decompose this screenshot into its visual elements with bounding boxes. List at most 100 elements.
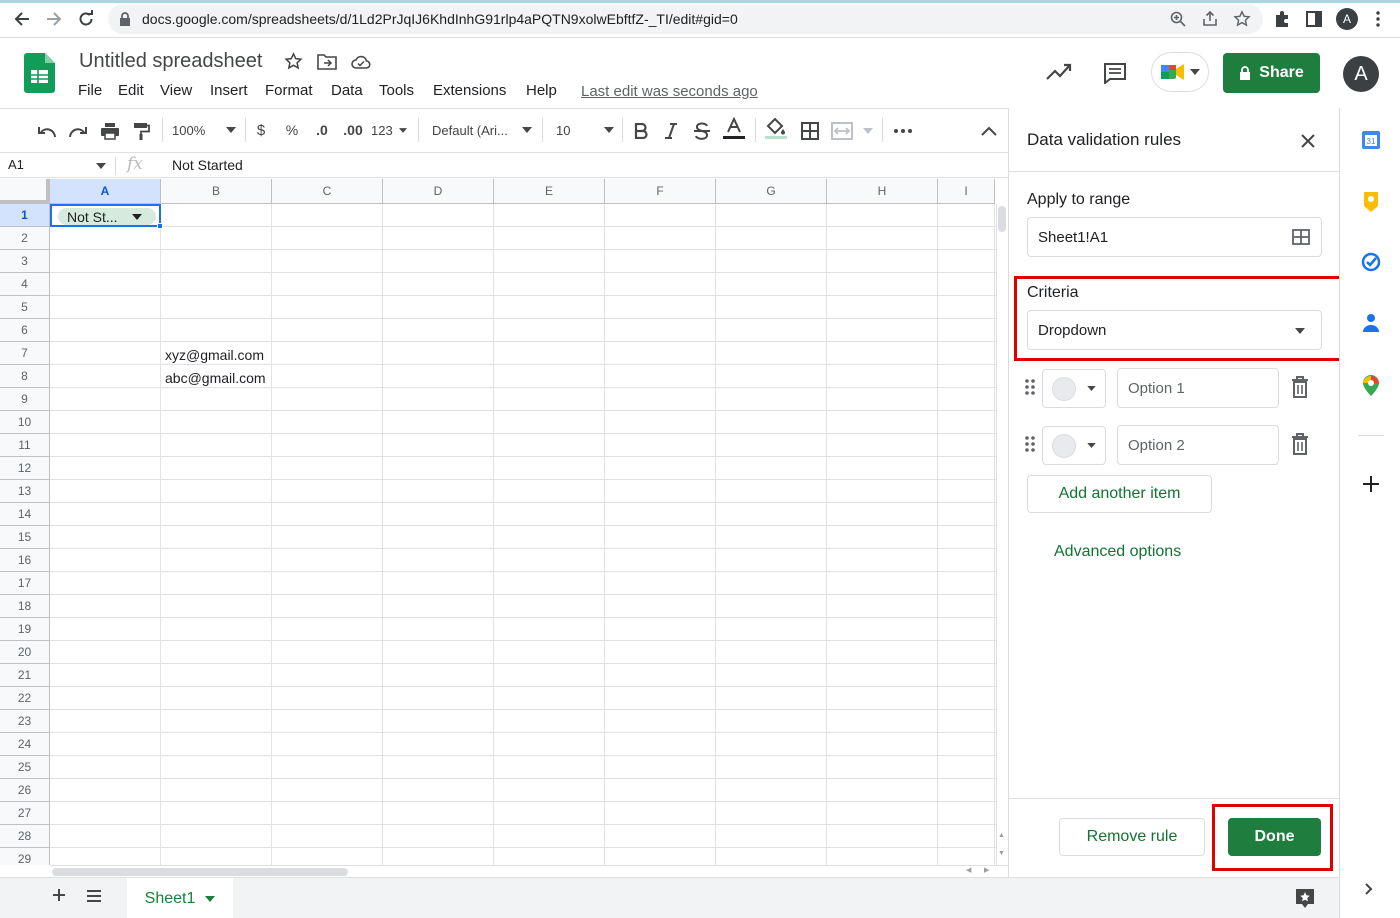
row-header[interactable]: 9 (0, 388, 50, 411)
reload-icon[interactable] (72, 5, 100, 33)
meet-button[interactable] (1151, 52, 1209, 92)
delete-icon[interactable] (1291, 376, 1309, 398)
horizontal-scrollbar[interactable]: ◀ ▶ (50, 865, 1008, 877)
add-sheet-icon[interactable] (52, 888, 66, 902)
cloud-status-icon[interactable] (351, 54, 371, 70)
percent-button[interactable]: % (283, 118, 301, 142)
side-panel-icon[interactable] (1304, 9, 1324, 29)
address-bar[interactable]: docs.google.com/spreadsheets/d/1Ld2PrJqI… (108, 4, 1263, 34)
row-header[interactable]: 20 (0, 641, 50, 664)
column-header[interactable]: F (605, 179, 716, 204)
option-color-picker[interactable] (1042, 426, 1106, 465)
currency-button[interactable]: $ (252, 118, 270, 142)
maps-icon[interactable] (1362, 375, 1380, 397)
row-header[interactable]: 25 (0, 756, 50, 779)
spreadsheet-grid[interactable]: ABCDEFGHI 1 2 3 4 5 6 7 8 9 10 11 12 13 14 15 16 17 18 19 2… (0, 179, 996, 865)
row-header[interactable]: 5 (0, 296, 50, 319)
menu-edit[interactable]: Edit (118, 82, 144, 99)
dropdown-chip[interactable]: Not St... (58, 208, 156, 225)
remove-rule-button[interactable]: Remove rule (1059, 818, 1205, 856)
explore-icon[interactable] (1294, 887, 1316, 909)
calendar-icon[interactable]: 31 (1361, 130, 1381, 150)
row-header[interactable]: 18 (0, 595, 50, 618)
drag-handle-icon[interactable] (1025, 378, 1035, 396)
row-header[interactable]: 4 (0, 273, 50, 296)
name-box[interactable]: A1 (8, 157, 24, 172)
sheets-logo-icon[interactable] (24, 53, 55, 93)
print-icon[interactable] (99, 119, 121, 143)
option-color-picker[interactable] (1042, 369, 1106, 408)
row-header[interactable]: 28 (0, 825, 50, 848)
menu-view[interactable]: View (160, 82, 192, 99)
browser-menu-icon[interactable] (1368, 9, 1388, 29)
borders-icon[interactable] (799, 119, 821, 143)
fill-color-icon[interactable] (764, 117, 788, 141)
move-folder-icon[interactable] (317, 53, 337, 70)
chevron-right-icon[interactable] (1365, 883, 1373, 895)
menu-extensions[interactable]: Extensions (433, 82, 506, 99)
row-header[interactable]: 27 (0, 802, 50, 825)
more-options-icon[interactable] (892, 119, 914, 143)
vertical-scrollbar[interactable]: ▲ ▼ (996, 204, 1008, 865)
scroll-left-icon[interactable]: ◀ (966, 866, 971, 874)
share-button[interactable]: Share (1223, 53, 1320, 93)
keep-icon[interactable] (1362, 191, 1380, 213)
tasks-icon[interactable] (1361, 252, 1381, 272)
browser-profile-avatar[interactable]: A (1336, 8, 1358, 30)
row-header[interactable]: 10 (0, 411, 50, 434)
share-page-icon[interactable] (1200, 9, 1220, 29)
done-button[interactable]: Done (1228, 818, 1321, 856)
menu-file[interactable]: File (78, 82, 102, 99)
merge-cells-icon[interactable] (831, 119, 873, 143)
row-header[interactable]: 15 (0, 526, 50, 549)
column-header[interactable]: I (938, 179, 995, 204)
column-header[interactable]: C (272, 179, 383, 204)
advanced-options-link[interactable]: Advanced options (1054, 543, 1181, 561)
row-header[interactable]: 21 (0, 664, 50, 687)
vertical-scroll-thumb[interactable] (998, 206, 1006, 232)
select-all-corner[interactable] (0, 179, 50, 204)
close-icon[interactable] (1301, 134, 1315, 148)
option-1-input[interactable]: Option 1 (1117, 368, 1279, 408)
column-header[interactable]: B (161, 179, 272, 204)
decrease-decimal-button[interactable]: .0 (311, 118, 333, 142)
column-header[interactable]: E (494, 179, 605, 204)
extensions-icon[interactable] (1272, 9, 1292, 29)
add-another-item-button[interactable]: Add another item (1027, 475, 1212, 513)
menu-help[interactable]: Help (526, 82, 557, 99)
row-header[interactable]: 22 (0, 687, 50, 710)
zoom-icon[interactable] (1168, 9, 1188, 29)
menu-format[interactable]: Format (265, 82, 313, 99)
row-header[interactable]: 3 (0, 250, 50, 273)
more-formats-button[interactable]: 123 (371, 118, 407, 142)
sheet-tab-sheet1[interactable]: Sheet1 (127, 878, 233, 918)
contacts-icon[interactable] (1362, 313, 1380, 333)
row-header[interactable]: 26 (0, 779, 50, 802)
drag-handle-icon[interactable] (1025, 435, 1035, 453)
delete-icon[interactable] (1291, 433, 1309, 455)
all-sheets-icon[interactable] (86, 890, 102, 902)
forward-icon[interactable] (40, 5, 68, 33)
font-size-select[interactable]: 10 (556, 118, 614, 142)
chevron-down-icon[interactable] (96, 163, 106, 169)
range-field[interactable]: Sheet1!A1 (1027, 217, 1322, 257)
redo-icon[interactable] (67, 120, 89, 144)
row-header[interactable]: 11 (0, 434, 50, 457)
formula-input[interactable]: Not Started (172, 157, 243, 173)
column-header[interactable]: H (827, 179, 938, 204)
cell-b8[interactable]: abc@gmail.com (165, 370, 266, 386)
selected-cell-a1[interactable]: Not St... (50, 204, 161, 227)
select-range-icon[interactable] (1292, 229, 1310, 245)
row-header[interactable]: 7 (0, 342, 50, 365)
scroll-up-icon[interactable]: ▲ (998, 832, 1005, 839)
zoom-select[interactable]: 100% (172, 118, 236, 142)
row-header[interactable]: 17 (0, 572, 50, 595)
paint-format-icon[interactable] (130, 119, 152, 143)
bookmark-star-icon[interactable] (1232, 9, 1252, 29)
option-2-input[interactable]: Option 2 (1117, 425, 1279, 465)
comments-icon[interactable] (1103, 62, 1127, 84)
row-header[interactable]: 8 (0, 365, 50, 388)
menu-insert[interactable]: Insert (210, 82, 248, 99)
row-header[interactable]: 24 (0, 733, 50, 756)
add-addon-icon[interactable] (1363, 476, 1379, 492)
